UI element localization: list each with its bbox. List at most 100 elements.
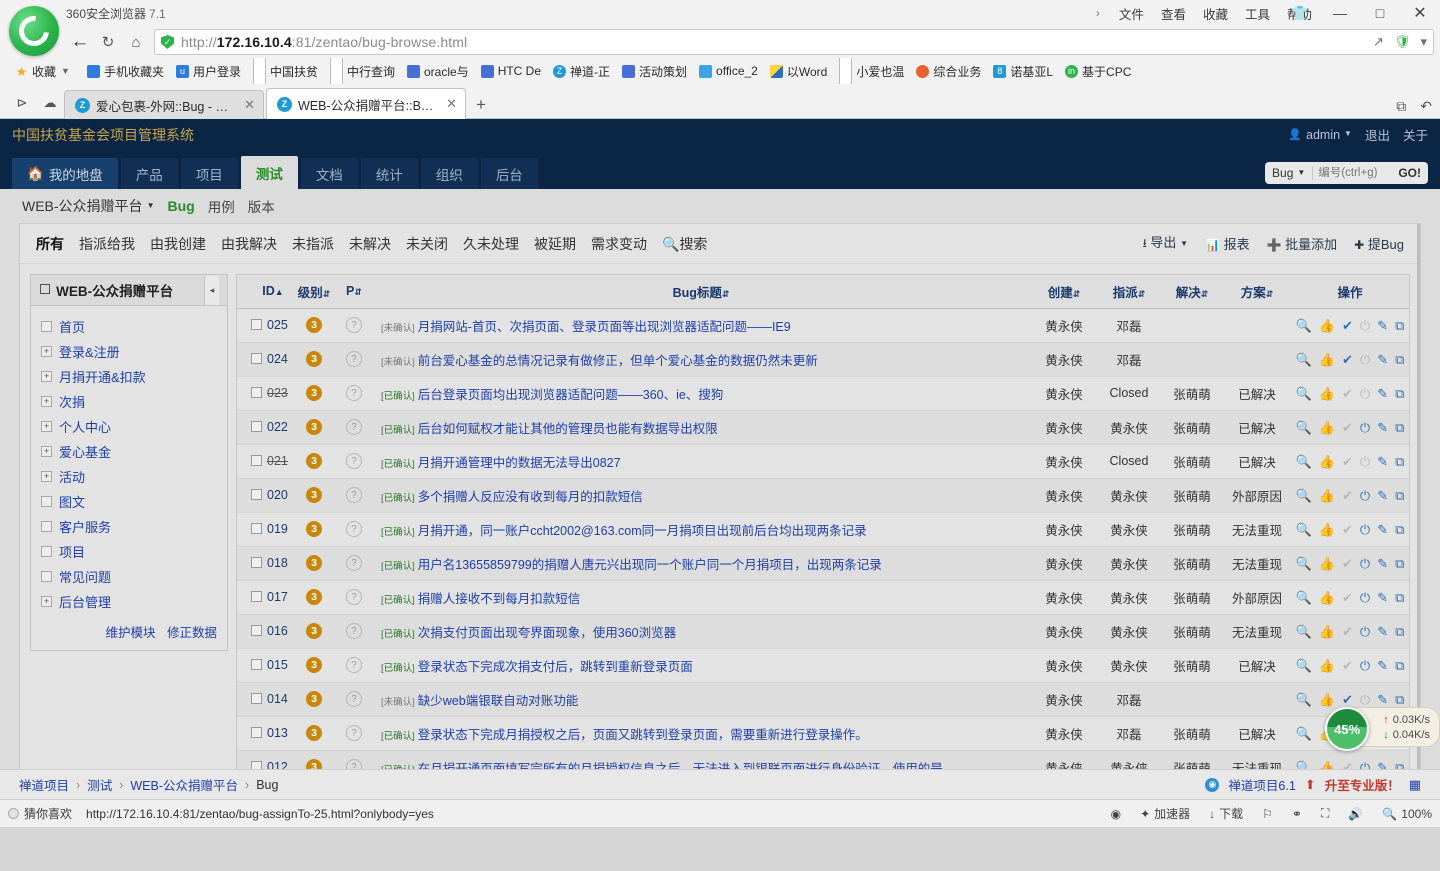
row-checkbox[interactable]	[251, 523, 262, 534]
report-button[interactable]: 📊 报表	[1205, 234, 1250, 253]
filter-created-by-me[interactable]: 由我创建	[150, 234, 206, 254]
copy-bug-icon[interactable]: ⧉	[1395, 421, 1404, 434]
batch-create-button[interactable]: ➕ 批量添加	[1267, 234, 1338, 253]
tree-item-label[interactable]: 图文	[59, 492, 85, 511]
toggle-icon[interactable]	[41, 546, 52, 557]
shield-check-icon[interactable]: 🛡	[1394, 34, 1411, 50]
bug-id-link[interactable]: 020	[267, 488, 288, 502]
tree-item-label[interactable]: 首页	[59, 317, 85, 336]
edit-bug-icon[interactable]: ✎	[1377, 591, 1388, 604]
tree-item-label[interactable]: 客户服务	[59, 517, 111, 536]
table-row[interactable]: 0183?[已确认]用户名13655859799的捐赠人唐元兴出现同一个账户同一…	[237, 546, 1409, 580]
table-row[interactable]: 0163?[已确认]次捐支付页面出现夸界面现象，使用360浏览器黄永侠黄永侠张萌…	[237, 614, 1409, 648]
tree-item-label[interactable]: 爱心基金	[59, 442, 111, 461]
bug-title-link[interactable]: 次捐支付页面出现夸界面现象，使用360浏览器	[418, 626, 676, 640]
view-bug-icon[interactable]: 🔍	[1296, 693, 1312, 706]
row-checkbox[interactable]	[251, 353, 262, 364]
bug-id-link[interactable]: 014	[267, 692, 288, 706]
menu-view[interactable]: 查看	[1161, 4, 1186, 23]
bookmark-item[interactable]: u用户登录	[171, 61, 246, 82]
tree-item-home[interactable]: 首页	[31, 314, 227, 339]
browser-tab-active[interactable]: Z WEB-公众捐赠平台::Bug - 禅 ✕	[266, 88, 466, 119]
table-row[interactable]: 0143?[未确认]缺少web端银联自动对账功能黄永侠邓磊🔍👍✔⏻✎⧉	[237, 682, 1409, 716]
confirm-bug-icon[interactable]: 👍	[1319, 319, 1335, 332]
row-checkbox[interactable]	[251, 727, 262, 738]
subnav-item-case[interactable]: 用例	[208, 196, 235, 216]
col-severity[interactable]: 级别⇵	[295, 275, 333, 308]
copy-bug-icon[interactable]: ⧉	[1395, 591, 1404, 604]
copy-bug-icon[interactable]: ⧉	[1395, 489, 1404, 502]
fix-data-link[interactable]: 修正数据	[167, 626, 217, 640]
copy-bug-icon[interactable]: ⧉	[1395, 625, 1404, 638]
resolve-bug-icon[interactable]: ✔	[1342, 353, 1353, 366]
edit-bug-icon[interactable]: ✎	[1377, 319, 1388, 332]
expand-icon[interactable]: +	[41, 596, 52, 607]
bug-title-link[interactable]: 用户名13655859799的捐赠人唐元兴出现同一个账户同一个月捐项目，出现两条…	[418, 558, 882, 572]
bug-id-link[interactable]: 019	[267, 522, 288, 536]
search-type-select[interactable]: Bug ▼	[1265, 166, 1313, 180]
bookmark-item[interactable]: HTC De	[476, 62, 546, 80]
restore-tab-icon[interactable]: ⧉	[1396, 98, 1406, 115]
bug-title-link[interactable]: 捐赠人接收不到每月扣款短信	[418, 592, 581, 606]
bookmark-item[interactable]: 综合业务	[911, 61, 986, 82]
nav-item-test[interactable]: 测试	[241, 156, 298, 189]
filter-unclosed[interactable]: 未关闭	[406, 234, 448, 254]
close-bug-icon[interactable]: ⏻	[1360, 489, 1370, 502]
reload-button[interactable]: ↻	[94, 28, 122, 56]
close-bug-icon[interactable]: ⏻	[1360, 659, 1370, 672]
filter-unassigned[interactable]: 未指派	[292, 234, 334, 254]
filter-assigned-to-me[interactable]: 指派给我	[79, 234, 135, 254]
upgrade-link[interactable]: 升至专业版！	[1325, 775, 1400, 794]
flag-icon[interactable]: ⚐	[1262, 807, 1273, 821]
tree-item-label[interactable]: 月捐开通&扣款	[59, 367, 146, 386]
row-checkbox[interactable]	[251, 421, 262, 432]
confirm-bug-icon[interactable]: 👍	[1319, 557, 1335, 570]
skin-icon[interactable]: 👕	[1280, 0, 1320, 26]
download-speed-widget[interactable]: 45% ↑0.03K/s ↓0.04K/s	[1318, 701, 1440, 753]
col-assigned[interactable]: 指派⇵	[1097, 275, 1161, 308]
subnav-item-build[interactable]: 版本	[248, 196, 275, 216]
browser-tab[interactable]: Z 爱心包裹-外网::Bug - 禅道项 ✕	[64, 90, 264, 119]
tree-item-label[interactable]: 常见问题	[59, 567, 111, 586]
table-row[interactable]: 0153?[已确认]登录状态下完成次捐支付后，跳转到重新登录页面黄永侠黄永侠张萌…	[237, 648, 1409, 682]
close-button[interactable]: ✕	[1400, 0, 1440, 26]
close-bug-icon[interactable]: ⏻	[1360, 421, 1370, 434]
bookmark-item[interactable]: Z禅道-正	[548, 61, 615, 82]
edit-bug-icon[interactable]: ✎	[1377, 455, 1388, 468]
menu-favorites[interactable]: 收藏	[1203, 4, 1228, 23]
nav-item-project[interactable]: 项目	[181, 158, 238, 189]
edit-bug-icon[interactable]: ✎	[1377, 489, 1388, 502]
breadcrumb-test[interactable]: 测试	[87, 775, 112, 794]
confirm-bug-icon[interactable]: 👍	[1319, 455, 1335, 468]
tree-item-label[interactable]: 后台管理	[59, 592, 111, 611]
toggle-icon[interactable]	[41, 321, 52, 332]
table-row[interactable]: 0213?[已确认]月捐开通管理中的数据无法导出0827黄永侠Closed张萌萌…	[237, 444, 1409, 478]
expand-icon[interactable]: +	[41, 471, 52, 482]
menu-tools[interactable]: 工具	[1245, 4, 1270, 23]
menu-file[interactable]: 文件	[1119, 4, 1144, 23]
bug-title-link[interactable]: 后台如何赋权才能让其他的管理员也能有数据导出权限	[418, 422, 718, 436]
shield-icon[interactable]: ⚭	[1292, 807, 1302, 821]
new-tab-button[interactable]: +	[468, 90, 494, 119]
view-bug-icon[interactable]: 🔍	[1296, 319, 1312, 332]
filter-story-changed[interactable]: 需求变动	[591, 234, 647, 254]
bug-id-link[interactable]: 021	[267, 454, 288, 468]
copy-bug-icon[interactable]: ⧉	[1395, 523, 1404, 536]
nav-item-stats[interactable]: 统计	[361, 158, 418, 189]
copy-bug-icon[interactable]: ⧉	[1395, 455, 1404, 468]
about-link[interactable]: 关于	[1403, 125, 1428, 144]
address-bar[interactable]: ✓ http://172.16.10.4:81/zentao/bug-brows…	[154, 29, 1434, 55]
bookmark-item[interactable]: 以Word	[765, 61, 832, 82]
expand-icon[interactable]: +	[41, 371, 52, 382]
compass-icon[interactable]: ◉	[1111, 807, 1121, 821]
col-id[interactable]: ID▲	[237, 275, 295, 308]
collapse-tree-icon[interactable]: ◂	[204, 276, 219, 305]
subnav-item-bug[interactable]: Bug	[167, 198, 194, 214]
bug-title-link[interactable]: 登录状态下完成次捐支付后，跳转到重新登录页面	[418, 660, 693, 674]
bug-title-link[interactable]: 后台登录页面均出现浏览器适配问题——360、ie、搜狗	[418, 388, 724, 402]
tree-item-faq[interactable]: 常见问题	[31, 564, 227, 589]
nav-item-product[interactable]: 产品	[121, 158, 178, 189]
external-link-icon[interactable]: ↗	[1373, 34, 1384, 50]
confirm-bug-icon[interactable]: 👍	[1319, 387, 1335, 400]
bug-id-link[interactable]: 018	[267, 556, 288, 570]
